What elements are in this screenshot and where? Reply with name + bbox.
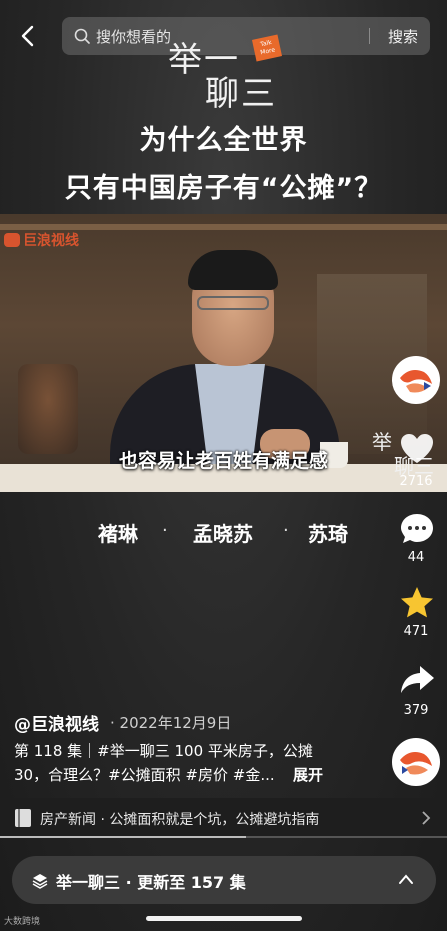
search-icon <box>74 28 90 44</box>
search-bar[interactable]: 搜你想看的 搜索 <box>62 17 430 55</box>
related-news-text: 房产新闻 · 公摊面积就是个坑，公摊避坑指南 <box>40 812 320 828</box>
layers-icon <box>32 874 48 889</box>
post-date: · 2022年12月9日 <box>110 714 232 732</box>
speaker-hair <box>188 250 278 290</box>
like-heart-icon[interactable] <box>398 430 436 468</box>
author-name[interactable]: @巨浪视线 <box>14 710 99 735</box>
post-description-line1: 第 118 集｜#举一聊三 100 平米房子，公摊 <box>14 742 313 760</box>
music-disc-avatar[interactable] <box>392 738 440 786</box>
watermark-logo-icon <box>4 233 20 247</box>
search-divider <box>369 28 370 44</box>
expand-button[interactable]: 展开 <box>293 764 323 785</box>
comment-icon[interactable] <box>398 510 436 548</box>
favorite-star-icon[interactable] <box>398 584 436 622</box>
guest-name-3: 苏琦 <box>308 522 348 546</box>
guest-separator: · <box>162 520 168 541</box>
search-input[interactable]: 搜你想看的 <box>96 26 171 47</box>
series-title: 举一聊三 · 更新至 157 集 <box>56 873 246 892</box>
comment-count: 44 <box>407 550 425 565</box>
favorite-count: 471 <box>403 624 429 639</box>
music-disc-icon <box>394 740 438 784</box>
video-frame[interactable]: 巨浪视线 举 聊三 也容易让老百姓有满足感 <box>0 214 447 492</box>
video-progress-fill <box>0 836 246 838</box>
back-arrow-icon <box>21 25 34 47</box>
corner-watermark: 大数跨境 <box>4 917 41 927</box>
home-indicator[interactable] <box>146 916 302 921</box>
show-logo-line2: 聊三 <box>205 74 277 114</box>
search-button[interactable]: 搜索 <box>388 26 418 47</box>
share-arrow-icon[interactable] <box>398 660 436 698</box>
post-description-line2: 30，合理么？#公摊面积 #房价 #金... <box>14 766 275 784</box>
background-lamp <box>18 364 78 454</box>
series-bar[interactable]: 举一聊三 · 更新至 157 集 <box>12 856 436 904</box>
guest-separator: · <box>283 520 289 541</box>
related-news-bar[interactable]: 房产新闻 · 公摊面积就是个坑，公摊避坑指南 <box>0 798 447 838</box>
chevron-right-icon <box>422 811 431 825</box>
share-count: 379 <box>403 703 429 718</box>
guest-name-2: 孟晓苏 <box>193 522 253 546</box>
author-avatar[interactable] <box>392 356 440 404</box>
video-subtitle: 也容易让老百姓有满足感 <box>118 450 328 472</box>
headline-line2: 只有中国房子有“公摊”？ <box>64 173 383 204</box>
channel-watermark: 巨浪视线 <box>4 230 79 250</box>
chevron-up-icon[interactable] <box>398 873 414 885</box>
author-logo-icon <box>394 358 438 402</box>
headline-line1: 为什么全世界 <box>139 125 308 156</box>
speaker-glasses <box>197 296 269 310</box>
back-button[interactable] <box>16 24 40 48</box>
watermark-text: 巨浪视线 <box>23 233 79 249</box>
news-book-icon <box>15 809 31 827</box>
guest-name-1: 褚琳 <box>98 522 138 546</box>
like-count: 2716 <box>399 474 433 489</box>
